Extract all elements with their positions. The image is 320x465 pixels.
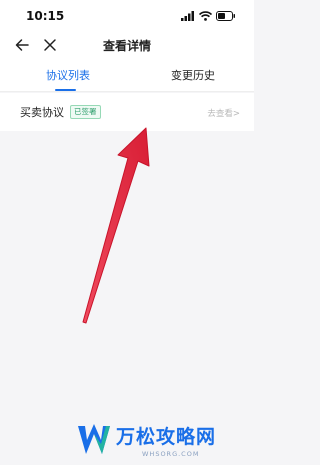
- content-area: [0, 131, 254, 465]
- watermark-title: 万松攻略网: [116, 426, 217, 448]
- battery-icon: [216, 11, 235, 21]
- watermark-subtitle: WHSORG.COM: [142, 450, 200, 458]
- status-icons: [181, 11, 236, 21]
- watermark: 万松攻略网 WHSORG.COM: [66, 420, 256, 465]
- page-title: 查看详情: [102, 39, 151, 53]
- status-time: 10:15: [26, 9, 65, 23]
- signal-icon: [181, 11, 194, 21]
- status-bar: 10:15: [0, 0, 254, 32]
- active-tab-indicator: [55, 89, 76, 91]
- nav-bar: 查看详情: [0, 32, 254, 60]
- view-agreement-link[interactable]: 去查看>: [207, 107, 240, 119]
- watermark-logo-icon: [78, 424, 110, 454]
- tab-change-history[interactable]: 变更历史: [171, 67, 215, 83]
- status-badge: 已签署: [70, 105, 101, 119]
- tab-agreement-list[interactable]: 协议列表: [46, 67, 90, 83]
- agreement-name: 买卖协议: [20, 106, 64, 119]
- tab-bar: 协议列表 变更历史: [0, 60, 254, 92]
- agreement-list-item[interactable]: 买卖协议 已签署 去查看>: [0, 93, 254, 131]
- wifi-icon: [199, 11, 212, 21]
